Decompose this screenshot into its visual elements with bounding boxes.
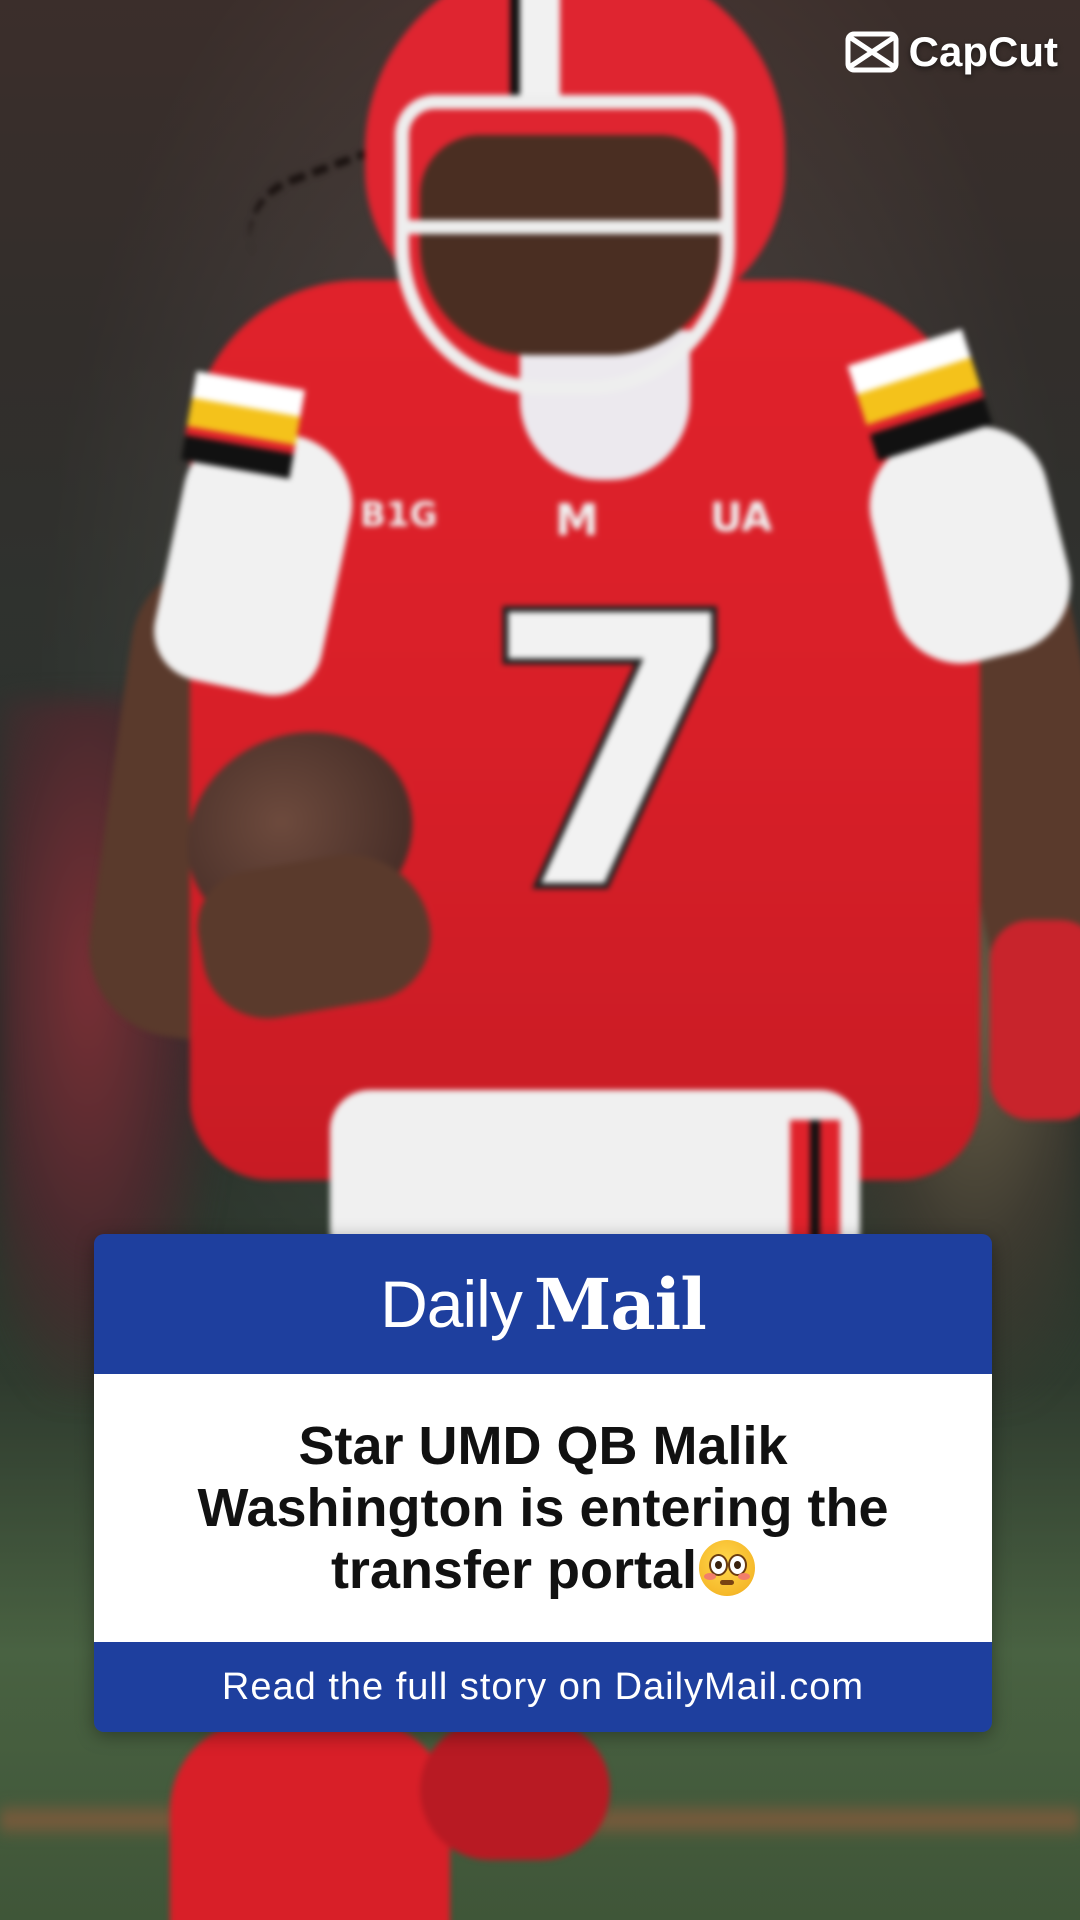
headline: Star UMD QB Malik Washington is entering… [197,1416,889,1600]
video-frame: 7 B1G M UA CapCut Daily Mail Star UMD QB… [0,0,1080,1920]
capcut-watermark: CapCut [845,28,1058,76]
facemask [395,95,735,395]
flushed-face-emoji-icon [699,1540,756,1596]
news-card[interactable]: Daily Mail Star UMD QB Malik Washington … [94,1234,992,1732]
conference-logo: B1G [360,495,438,535]
capcut-label: CapCut [908,28,1058,75]
capcut-logo-icon [845,31,899,73]
brand-daily: Daily [380,1267,523,1341]
card-header: Daily Mail [94,1234,992,1374]
card-footer-link[interactable]: Read the full story on DailyMail.com [94,1642,992,1732]
card-body: Star UMD QB Malik Washington is entering… [94,1374,992,1642]
brand-mail: Mail [533,1262,707,1346]
team-logo: M [555,495,599,546]
headline-text: Star UMD QB Malik Washington is entering… [163,1415,923,1601]
brand-logo: UA [710,495,773,541]
jersey-number: 7 [477,533,747,976]
